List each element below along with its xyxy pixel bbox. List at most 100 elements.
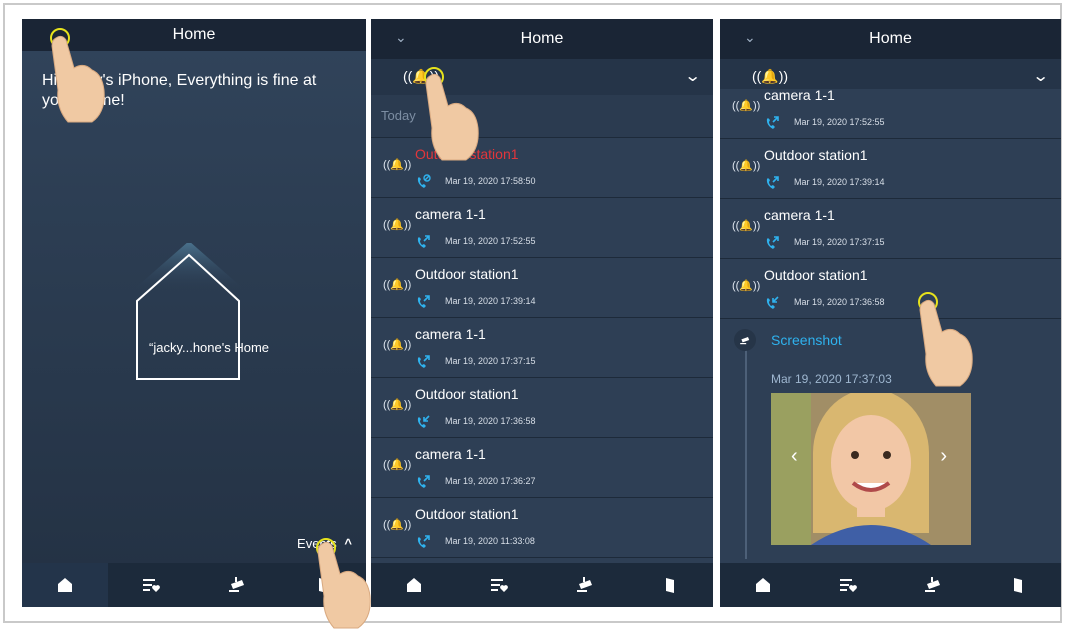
- camera-icon: [229, 577, 244, 592]
- bell-icon: ((🔔)): [383, 279, 412, 291]
- event-row[interactable]: ((🔔)) camera 1-1 Mar 19, 2020 17:37:15: [720, 199, 1061, 259]
- tab-bar: [371, 563, 713, 607]
- event-name: camera 1-1: [415, 326, 486, 342]
- call-outgoing-icon: [766, 176, 779, 189]
- call-outgoing-icon: [766, 236, 779, 249]
- event-row[interactable]: ((🔔)) Outdoor station1 Mar 19, 2020 17:36:…: [720, 259, 1061, 319]
- event-row[interactable]: ((🔔)) camera 1-1 Mar 19, 2020 17:36:27: [371, 438, 713, 498]
- event-row[interactable]: ((🔔)) Outdoor station1 Mar 19, 2020 11:33:…: [371, 498, 713, 558]
- screenshot-label: Screenshot: [771, 332, 842, 348]
- home-icon: [58, 578, 72, 592]
- event-row[interactable]: ((🔔)) camera 1-1 Mar 19, 2020 17:52:55: [371, 198, 713, 258]
- bell-icon: ((🔔)): [732, 220, 761, 232]
- list-heart-icon: [491, 579, 509, 592]
- home-tab[interactable]: [371, 563, 457, 607]
- event-row[interactable]: ((🔔)) camera 1-1 Mar 19, 2020 17:37:15: [371, 318, 713, 378]
- scenes-tab[interactable]: [805, 563, 890, 607]
- home-tab[interactable]: [22, 563, 108, 607]
- event-row[interactable]: ((🔔)) Outdoor station1 Mar 19, 2020 17:36:…: [371, 378, 713, 438]
- event-list: Today ((🔔))Outdoor station1Mar 19, 2020 …: [371, 95, 713, 563]
- event-timestamp: Mar 19, 2020 17:39:14: [445, 296, 536, 306]
- door-tab[interactable]: [628, 563, 714, 607]
- event-row[interactable]: ((🔔)) Outdoor station1 Mar 19, 2020 17:39:…: [371, 258, 713, 318]
- bell-icon: ((🔔)): [383, 339, 412, 351]
- camera-icon: [925, 577, 941, 592]
- event-name: camera 1-1: [764, 207, 835, 223]
- call-outgoing-icon: [417, 355, 430, 368]
- event-name: Outdoor station1: [415, 386, 519, 402]
- event-name: camera 1-1: [764, 89, 835, 103]
- next-arrow-icon[interactable]: ›: [940, 445, 947, 468]
- list-heart-icon: [143, 579, 160, 592]
- home-icon: [755, 578, 770, 592]
- event-row[interactable]: ((🔔)) camera 1-1 Mar 19, 2020 17:52:55: [720, 89, 1061, 139]
- call-outgoing-icon: [417, 235, 430, 248]
- home-icon: [406, 578, 421, 592]
- chevron-down-icon[interactable]: ⌄: [744, 29, 756, 46]
- event-list: ((🔔)) camera 1-1 Mar 19, 2020 17:52:55 ((🔔)…: [720, 89, 1061, 563]
- door-tab[interactable]: [976, 563, 1061, 607]
- screenshot-time: Mar 19, 2020 17:37:03: [771, 372, 892, 386]
- event-timestamp: Mar 19, 2020 17:36:58: [794, 297, 885, 307]
- event-timestamp: Mar 19, 2020 17:37:15: [794, 237, 885, 247]
- call-incoming-icon: [766, 296, 779, 309]
- header: ⌄ Home: [371, 19, 713, 59]
- camera-tab[interactable]: [194, 563, 280, 607]
- bell-icon: ((🔔)): [383, 159, 412, 171]
- event-name: camera 1-1: [415, 446, 486, 462]
- scenes-tab[interactable]: [108, 563, 194, 607]
- pointing-hand-icon: [919, 299, 973, 387]
- list-heart-icon: [839, 579, 857, 592]
- call-outgoing-icon: [417, 475, 430, 488]
- bell-icon: ((🔔)): [383, 459, 412, 471]
- collapse-icon[interactable]: ⌄: [684, 66, 701, 86]
- home-tab[interactable]: [720, 563, 805, 607]
- header-title: Home: [869, 30, 912, 47]
- header: ⌄ Home: [720, 19, 1061, 59]
- event-name: camera 1-1: [415, 206, 486, 222]
- event-name: Outdoor station1: [415, 506, 519, 522]
- header-title: Home: [172, 26, 216, 43]
- pointing-hand-icon: [51, 35, 105, 123]
- bell-icon: ((🔔)): [732, 100, 761, 112]
- camera-tab[interactable]: [891, 563, 976, 607]
- event-timestamp: Mar 19, 2020 17:58:50: [445, 176, 536, 186]
- collapse-icon[interactable]: ⌄: [1032, 66, 1049, 86]
- event-timestamp: Mar 19, 2020 17:37:15: [445, 356, 536, 366]
- event-timestamp: Mar 19, 2020 17:36:27: [445, 476, 536, 486]
- bell-icon: ((🔔)): [732, 160, 761, 172]
- chevron-down-icon[interactable]: ⌄: [395, 29, 407, 46]
- screenshot-image[interactable]: ‹ ›: [771, 393, 971, 545]
- pointing-hand-icon: [425, 73, 479, 161]
- door-icon: [1014, 578, 1023, 593]
- tab-bar: [720, 563, 1061, 607]
- house-icon[interactable]: [134, 243, 244, 383]
- event-name: Outdoor station1: [764, 267, 868, 283]
- call-missed-icon: [417, 174, 431, 188]
- event-name: Outdoor station1: [764, 147, 868, 163]
- camera-tab[interactable]: [542, 563, 628, 607]
- event-timestamp: Mar 19, 2020 17:36:58: [445, 416, 536, 426]
- camera-icon: [576, 577, 592, 592]
- bell-icon: ((🔔)): [383, 519, 412, 531]
- event-timestamp: Mar 19, 2020 17:39:14: [794, 177, 885, 187]
- call-outgoing-icon: [417, 535, 430, 548]
- call-outgoing-icon: [417, 295, 430, 308]
- timeline-line: [745, 339, 747, 559]
- house-label: “jacky...hone's Home: [149, 340, 270, 355]
- pointing-hand-icon: [317, 541, 371, 629]
- event-row[interactable]: ((🔔)) Outdoor station1 Mar 19, 2020 17:39:…: [720, 139, 1061, 199]
- bell-icon[interactable]: ((🔔)): [752, 68, 788, 85]
- header-title: Home: [520, 30, 564, 47]
- prev-arrow-icon[interactable]: ‹: [791, 445, 798, 468]
- events-screen-detail: ⌄ Home ((🔔)) ⌄ ((🔔)) camera 1-1 Mar 19, 20…: [720, 19, 1061, 607]
- camera-icon: [734, 329, 756, 351]
- call-incoming-icon: [417, 415, 430, 428]
- call-outgoing-icon: [766, 116, 779, 129]
- bell-icon: ((🔔)): [383, 219, 412, 231]
- event-timestamp: Mar 19, 2020 11:33:08: [445, 536, 535, 546]
- door-icon: [666, 578, 675, 593]
- scenes-tab[interactable]: [457, 563, 543, 607]
- event-name: Outdoor station1: [415, 266, 519, 282]
- screenshot-entry: Screenshot Mar 19, 2020 17:37:03 ‹ ›: [720, 319, 1061, 559]
